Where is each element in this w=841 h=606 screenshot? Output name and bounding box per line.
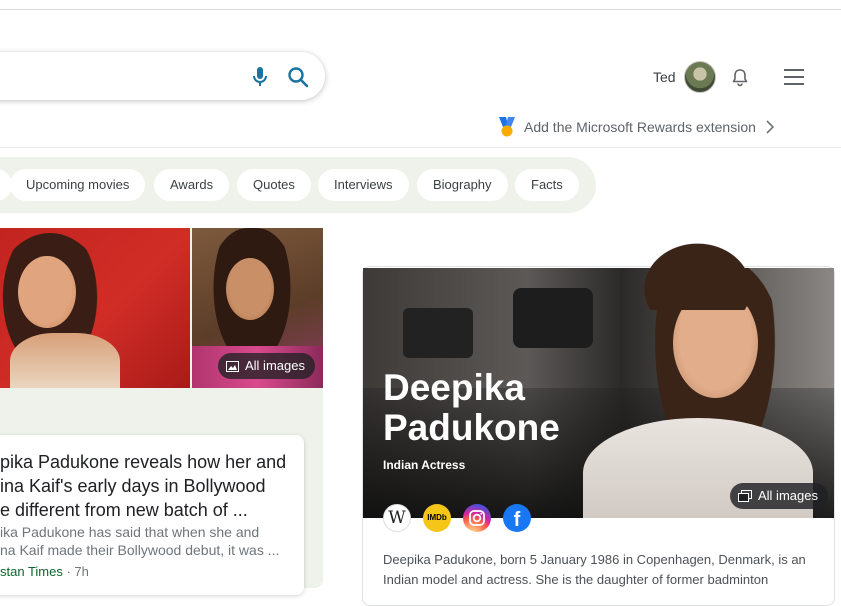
search-icon[interactable] <box>287 66 309 88</box>
chip-interviews[interactable]: Interviews <box>318 169 409 201</box>
image-icon <box>226 360 239 372</box>
entity-subtitle: Indian Actress <box>383 458 466 472</box>
chip-awards[interactable]: Awards <box>154 169 230 201</box>
rewards-medal-icon[interactable] <box>497 116 517 138</box>
news-snippet: ika Padukone has said that when she and … <box>0 524 280 558</box>
entity-all-images-label: All images <box>758 488 818 503</box>
facebook-icon[interactable]: f <box>503 504 531 532</box>
user-name[interactable]: Ted <box>653 69 676 85</box>
news-source[interactable]: stan Times · 7h <box>0 564 89 579</box>
chevron-right-icon[interactable] <box>764 119 776 135</box>
header-divider <box>0 147 841 148</box>
avatar[interactable] <box>684 61 716 93</box>
entity-all-images-button[interactable]: All images <box>730 483 828 509</box>
search-input[interactable] <box>0 52 325 100</box>
news-source-name: stan Times <box>0 564 63 579</box>
chip-upcoming-movies[interactable]: Upcoming movies <box>10 169 146 201</box>
chip-quotes[interactable]: Quotes <box>237 169 311 201</box>
image-result-1[interactable] <box>0 228 190 388</box>
all-images-label: All images <box>245 358 305 373</box>
bell-icon[interactable] <box>730 67 750 87</box>
news-time: · 7h <box>66 564 89 579</box>
entity-description: Deepika Padukone, born 5 January 1986 in… <box>383 552 806 587</box>
images-icon <box>738 490 752 502</box>
imdb-icon[interactable]: IMDb <box>423 504 451 532</box>
rewards-link[interactable]: Add the Microsoft Rewards extension <box>524 119 756 135</box>
chip-biography[interactable]: Biography <box>417 169 508 201</box>
top-divider <box>0 9 841 10</box>
instagram-icon[interactable] <box>463 504 491 532</box>
microphone-icon[interactable] <box>250 66 270 88</box>
chip-facts[interactable]: Facts <box>515 169 579 201</box>
menu-icon[interactable] <box>783 67 805 87</box>
wikipedia-icon[interactable]: W <box>383 504 411 532</box>
entity-name: Deepika Padukone <box>383 367 560 448</box>
entity-hero-overflow <box>640 240 755 310</box>
all-images-button[interactable]: All images <box>218 353 315 379</box>
news-title[interactable]: pika Padukone reveals how her and ina Ka… <box>0 450 300 522</box>
